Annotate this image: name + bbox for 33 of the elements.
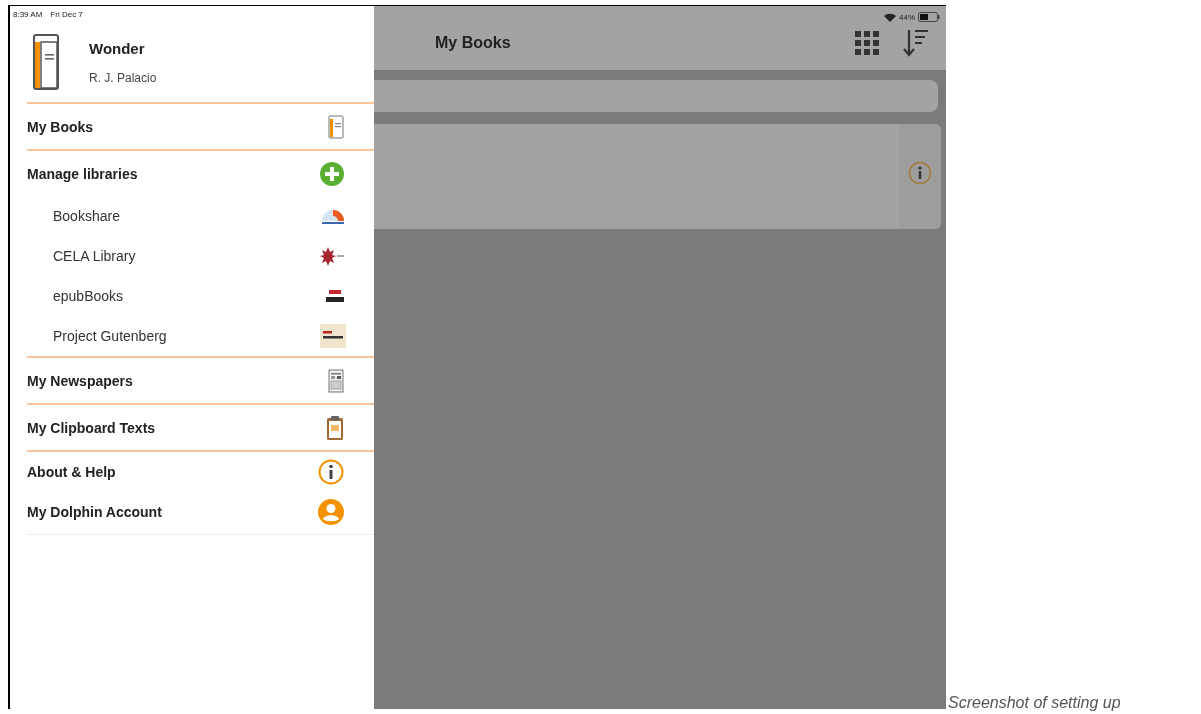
book-icon	[33, 34, 59, 90]
stacked-logo-icon	[324, 288, 346, 304]
menu-item[interactable]: My Clipboard Texts	[27, 405, 374, 450]
account-icon	[318, 499, 344, 525]
screen-title: My Books	[435, 34, 512, 52]
book-author: R. J. Palacio	[89, 70, 157, 85]
battery-icon	[918, 12, 940, 22]
newspaper-icon	[328, 368, 344, 393]
library-item[interactable]: epubBooks	[27, 276, 374, 316]
library-item[interactable]: Project Gutenberg	[27, 316, 374, 356]
grid-icon[interactable]	[855, 31, 879, 55]
sort-icon[interactable]	[903, 29, 929, 57]
book-icon	[328, 114, 344, 139]
menu-item[interactable]: Manage libraries	[27, 151, 374, 196]
caption: Screenshot of setting up	[948, 694, 1121, 712]
library-item[interactable]: Bookshare	[27, 196, 374, 236]
info-icon[interactable]	[908, 160, 932, 185]
plus-icon	[320, 161, 344, 186]
book-title: Wonder	[89, 39, 146, 57]
menu-item[interactable]: About & Help	[27, 452, 374, 492]
menu-item[interactable]: My Books	[27, 104, 374, 149]
battery-percent: 44%	[899, 12, 915, 22]
clipboard-icon	[326, 414, 344, 441]
menu-item[interactable]: My Dolphin Account	[27, 492, 374, 532]
star-logo-icon	[320, 246, 346, 266]
square-logo-icon	[320, 324, 346, 348]
status-date: Fri Dec 7	[50, 9, 83, 19]
info-icon	[318, 459, 344, 485]
arc-logo-icon	[320, 207, 346, 225]
status-time: 8:39 AM	[13, 9, 43, 19]
wifi-icon	[884, 12, 896, 22]
menu-item[interactable]: My Newspapers	[27, 358, 374, 403]
library-item[interactable]: CELA Library	[27, 236, 374, 276]
